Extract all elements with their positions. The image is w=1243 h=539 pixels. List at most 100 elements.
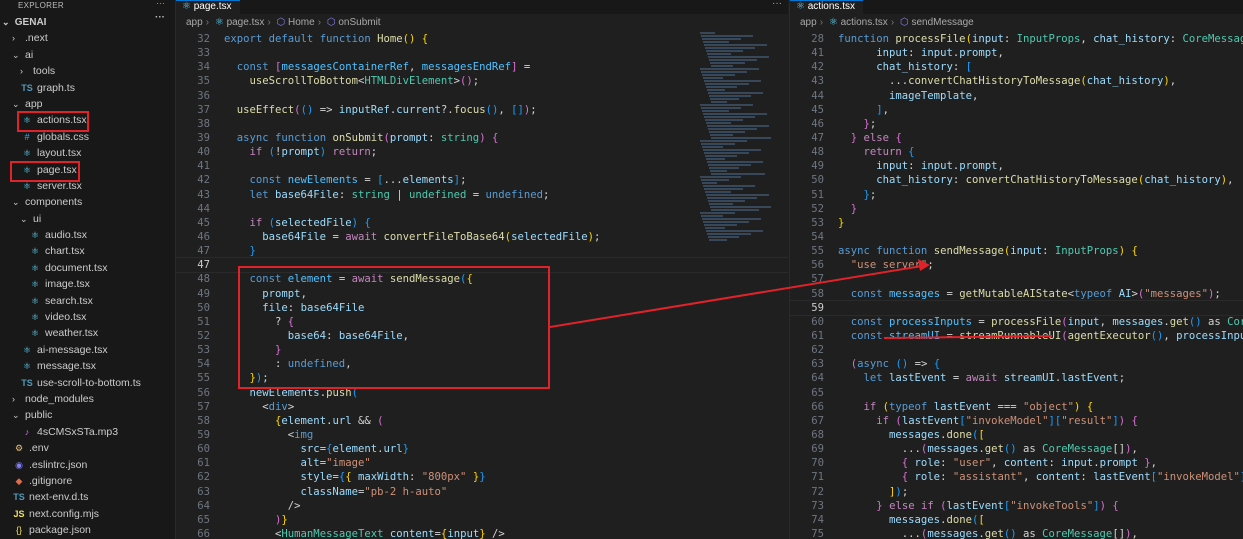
file-item[interactable]: ⚛ chart.tsx <box>0 243 175 259</box>
code-line[interactable]: 60 src={element.url} <box>176 442 788 456</box>
code-line[interactable]: 36 <box>176 89 788 103</box>
breadcrumb-item[interactable]: actions.tsx <box>841 17 888 28</box>
code-line[interactable]: 53} <box>790 216 1243 230</box>
tab-page-tsx[interactable]: ⚛ page.tsx <box>176 0 240 15</box>
code-line[interactable]: 43 let base64File: string | undefined = … <box>176 188 788 202</box>
file-item[interactable]: ⚛ document.tsx <box>0 260 175 276</box>
file-item[interactable]: TS graph.ts <box>0 80 175 96</box>
code-line[interactable]: 67 if (lastEvent["invokeModel"]["result"… <box>790 414 1243 428</box>
code-line[interactable]: 64 /> <box>176 499 788 513</box>
breadcrumb-item[interactable]: app <box>800 17 817 28</box>
breadcrumb-item[interactable]: page.tsx <box>227 17 265 28</box>
code-line[interactable]: 74 messages.done([ <box>790 513 1243 527</box>
code-line[interactable]: 41 input: input.prompt, <box>790 46 1243 60</box>
code-line[interactable]: 41 <box>176 159 788 173</box>
code-line[interactable]: 68 messages.done([ <box>790 428 1243 442</box>
breadcrumb-item[interactable]: sendMessage <box>911 17 973 28</box>
file-item[interactable]: TS next-env.d.ts <box>0 489 175 505</box>
code-line[interactable]: 64 let lastEvent = await streamUI.lastEv… <box>790 371 1243 385</box>
code-line[interactable]: 42 const newElements = [...elements]; <box>176 173 788 187</box>
breadcrumb-item[interactable]: Home <box>288 17 315 28</box>
code-line[interactable]: 44 imageTemplate, <box>790 89 1243 103</box>
code-line[interactable]: 47 } else { <box>790 131 1243 145</box>
tab-actions-tsx[interactable]: ⚛ actions.tsx <box>790 0 863 15</box>
file-item[interactable]: ◉ .eslintrc.json <box>0 457 175 473</box>
code-line[interactable]: 43 ...convertChatHistoryToMessage(chat_h… <box>790 74 1243 88</box>
code-line[interactable]: 54 <box>790 230 1243 244</box>
minimap[interactable] <box>700 32 771 282</box>
code-line[interactable]: 46 base64File = await convertFileToBase6… <box>176 230 788 244</box>
code-line[interactable]: 59 <box>790 299 1243 316</box>
code-line[interactable]: 65 <box>790 386 1243 400</box>
code-line[interactable]: 72 ]); <box>790 485 1243 499</box>
file-item[interactable]: ⚛ video.tsx <box>0 309 175 325</box>
breadcrumb-item[interactable]: app <box>186 17 203 28</box>
code-line[interactable]: 44 <box>176 202 788 216</box>
folder-item[interactable]: › .next <box>0 30 175 46</box>
code-line[interactable]: 63 (async () => { <box>790 357 1243 371</box>
code-line[interactable]: 35 useScrollToBottom<HTMLDivElement>(); <box>176 74 788 88</box>
code-line[interactable]: 65 )} <box>176 513 788 527</box>
code-line[interactable]: 61 const streamUI = streamRunnableUI(age… <box>790 329 1243 343</box>
code-line[interactable]: 50 chat_history: convertChatHistoryToMes… <box>790 173 1243 187</box>
code-line[interactable]: 38 <box>176 117 788 131</box>
file-item[interactable]: ◆ .gitignore <box>0 473 175 489</box>
code-line[interactable]: 62 style={{ maxWidth: "800px" }} <box>176 470 788 484</box>
more-actions-icon[interactable]: ··· <box>155 10 165 26</box>
code-line[interactable]: 45 ], <box>790 103 1243 117</box>
code-line[interactable]: 51 }; <box>790 188 1243 202</box>
code-line[interactable]: 40 if (!prompt) return; <box>176 145 788 159</box>
code-line[interactable]: 71 { role: "assistant", content: lastEve… <box>790 470 1243 484</box>
code-line[interactable]: 52 } <box>790 202 1243 216</box>
file-item[interactable]: JS next.config.mjs <box>0 506 175 522</box>
file-item[interactable]: ⚛ image.tsx <box>0 276 175 292</box>
folder-item[interactable]: ⌄ ai <box>0 47 175 63</box>
code-line[interactable]: 60 const processInputs = processFile(inp… <box>790 315 1243 329</box>
code-line[interactable]: 73 } else if (lastEvent["invokeTools"]) … <box>790 499 1243 513</box>
code-line[interactable]: 57 <div> <box>176 400 788 414</box>
code-line[interactable]: 57 <box>790 272 1243 286</box>
code-line[interactable]: 39 async function onSubmit(prompt: strin… <box>176 131 788 145</box>
code-line[interactable]: 34 const [messagesContainerRef, messages… <box>176 60 788 74</box>
folder-item[interactable]: ⌄ public <box>0 407 175 423</box>
more-actions-icon[interactable]: ··· <box>772 0 782 9</box>
folder-item[interactable]: ⌄ ui <box>0 211 175 227</box>
code-line[interactable]: 37 useEffect(() => inputRef.current?.foc… <box>176 103 788 117</box>
file-item[interactable]: ⚛ weather.tsx <box>0 325 175 341</box>
code-line[interactable]: 66 if (typeof lastEvent === "object") { <box>790 400 1243 414</box>
code-line[interactable]: 55 async function sendMessage(input: Inpu… <box>790 244 1243 258</box>
code-line[interactable]: 70 { role: "user", content: input.prompt… <box>790 456 1243 470</box>
file-item[interactable]: ⚛ search.tsx <box>0 293 175 309</box>
code-line[interactable]: 46 }; <box>790 117 1243 131</box>
code-area[interactable]: 28 function processFile(input: InputProps… <box>790 32 1243 539</box>
code-line[interactable]: 48 return { <box>790 145 1243 159</box>
code-line[interactable]: 75 ...(messages.get() as CoreMessage[]), <box>790 527 1243 539</box>
file-item[interactable]: ⚛ message.tsx <box>0 358 175 374</box>
file-item[interactable]: TS use-scroll-to-bottom.ts <box>0 375 175 391</box>
folder-item[interactable]: › node_modules <box>0 391 175 407</box>
code-line[interactable]: 62 <box>790 343 1243 357</box>
code-line[interactable]: 58 const messages = getMutableAIState<ty… <box>790 287 1243 301</box>
code-line[interactable]: 33 <box>176 46 788 60</box>
code-line[interactable]: 47 } <box>176 244 788 258</box>
code-line[interactable]: 56 "use server"; <box>790 258 1243 272</box>
folder-item[interactable]: ⌄ app <box>0 96 175 112</box>
code-line[interactable]: 69 ...(messages.get() as CoreMessage[]), <box>790 442 1243 456</box>
code-line[interactable]: 32 export default function Home() { <box>176 32 788 46</box>
code-line[interactable]: 28 function processFile(input: InputProps… <box>790 32 1243 46</box>
code-line[interactable]: 61 alt="image" <box>176 456 788 470</box>
file-item[interactable]: ⚛ layout.tsx <box>0 145 175 161</box>
folder-item[interactable]: ⌄ components <box>0 194 175 210</box>
code-line[interactable]: 49 input: input.prompt, <box>790 159 1243 173</box>
code-line[interactable]: 63 className="pb-2 h-auto" <box>176 485 788 499</box>
file-item[interactable]: ⚛ ai-message.tsx <box>0 342 175 358</box>
folder-item[interactable]: › tools <box>0 63 175 79</box>
breadcrumb-item[interactable]: onSubmit <box>338 17 380 28</box>
code-line[interactable]: 58 {element.url && ( <box>176 414 788 428</box>
file-item[interactable]: {} package.json <box>0 522 175 538</box>
code-line[interactable]: 66 <HumanMessageText content={input} /> <box>176 527 788 539</box>
file-item[interactable]: ♪ 4sCMSxSTa.mp3 <box>0 424 175 440</box>
project-root[interactable]: ⌄ GENAI ··· <box>0 12 175 30</box>
file-item[interactable]: ⚙ .env <box>0 440 175 456</box>
code-line[interactable]: 45 if (selectedFile) { <box>176 216 788 230</box>
